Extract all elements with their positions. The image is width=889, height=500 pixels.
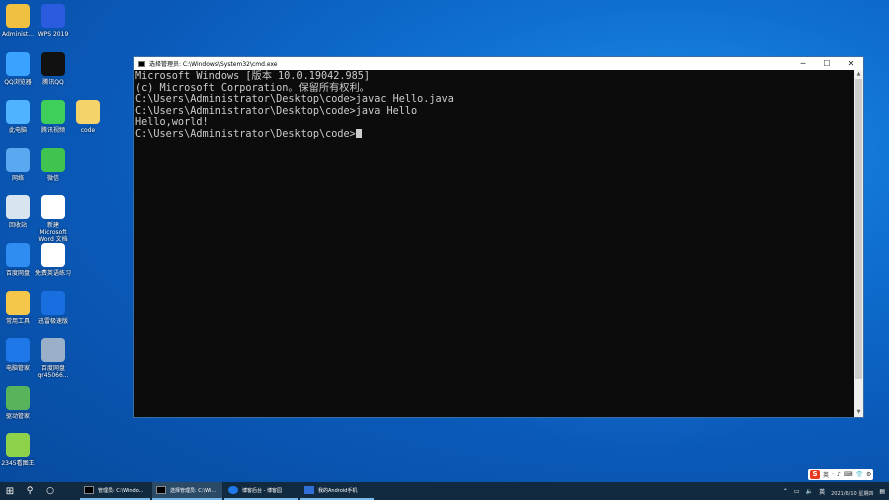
maximize-button[interactable]: ☐ — [815, 57, 839, 70]
cmd-app-icon — [84, 486, 94, 494]
clock-date: 2021/6/10 星期四 — [831, 491, 874, 497]
console-line: Microsoft Windows [版本 10.0.19042.985] — [135, 71, 371, 82]
bird-icon — [41, 291, 65, 315]
desktop-icon-wps[interactable]: WPS 2019 — [35, 4, 71, 38]
start-button[interactable]: ⊞ — [0, 482, 20, 500]
desktop-icon-baidu-netdisk[interactable]: 百度网盘 — [0, 243, 36, 277]
image-viewer-icon — [6, 433, 30, 457]
desktop-icon-xunlei[interactable]: 迅雷极速版 — [35, 291, 71, 325]
console-line: Hello,world! — [135, 117, 209, 129]
ime-toolbar[interactable]: S 英 · ♪ ⌨ 👕 ⚙ — [808, 469, 874, 480]
document-icon — [41, 243, 65, 267]
desktop-icon-recycle-bin[interactable]: 回收站 — [0, 195, 36, 229]
taskbar-app-label: 博客后台 - 博客园 — [242, 487, 282, 494]
scrollbar-thumb[interactable] — [855, 79, 862, 379]
taskbar: ⊞ ⚲ ○ 管理员: C:\Windo... 选择管理员: C:\Wi... 博… — [0, 482, 889, 500]
desktop-icon-english-practice[interactable]: 免费英语练习 — [35, 243, 71, 277]
desktop-icon-netdisk-installer[interactable]: 百度网盘 qr45066... — [35, 338, 71, 379]
desktop-icon-driver-manager[interactable]: 驱动管家 — [0, 386, 36, 420]
console-output[interactable]: Microsoft Windows [版本 10.0.19042.985] (c)… — [134, 70, 854, 417]
wechat-icon — [41, 148, 65, 172]
ime-mode-icon[interactable]: 英 — [819, 487, 825, 496]
ime-language-toggle[interactable]: 英 — [823, 470, 829, 479]
title-bar[interactable]: 选择管理员: C:\Windows\System32\cmd.exe ─ ☐ ✕ — [134, 57, 863, 70]
console-line: C:\Users\Administrator\Desktop\code>java… — [135, 105, 418, 117]
window-title: 选择管理员: C:\Windows\System32\cmd.exe — [149, 61, 278, 68]
text-cursor — [355, 128, 362, 138]
desktop-icon-administrator[interactable]: Administ... — [0, 4, 36, 38]
cmd-window[interactable]: 选择管理员: C:\Windows\System32\cmd.exe ─ ☐ ✕… — [133, 56, 864, 418]
notification-icon[interactable]: ▤ — [879, 488, 885, 495]
prompt-text: C:\Users\Administrator\Desktop\code> — [135, 128, 356, 140]
taskbar-spacer — [60, 482, 80, 500]
qq-browser-icon — [6, 52, 30, 76]
taskbar-app-label: 管理员: C:\Windo... — [98, 487, 144, 494]
browser-icon — [228, 486, 238, 494]
desktop-icon-2345-viewer[interactable]: 2345看图王 — [0, 433, 36, 467]
scroll-up-arrow-icon[interactable]: ▲ — [854, 70, 863, 79]
desktop-icon-tools-folder[interactable]: 常用工具 — [0, 291, 36, 325]
ime-voice-icon[interactable]: ♪ — [837, 471, 841, 478]
desktop-icon-qq-browser[interactable]: QQ浏览器 — [0, 52, 36, 86]
desktop-icon-network[interactable]: 网络 — [0, 148, 36, 182]
installer-icon — [41, 338, 65, 362]
scroll-down-arrow-icon[interactable]: ▼ — [854, 408, 863, 417]
console-prompt-line: C:\Users\Administrator\Desktop\code> — [135, 128, 853, 141]
computer-icon — [6, 100, 30, 124]
search-icon[interactable]: ⚲ — [20, 482, 40, 500]
word-document-icon — [41, 195, 65, 219]
desktop-icon-word-doc[interactable]: 新建 Microsoft Word 文档 — [35, 195, 71, 243]
recycle-bin-icon — [6, 195, 30, 219]
ime-settings-icon[interactable]: ⚙ — [866, 471, 871, 478]
taskbar-app-cmd-select[interactable]: 选择管理员: C:\Wi... — [152, 482, 222, 500]
ime-keyboard-icon[interactable]: ⌨ — [844, 471, 853, 478]
minimize-button[interactable]: ─ — [791, 57, 815, 70]
shield-icon — [6, 338, 30, 362]
taskbar-app-label: 我的Android手机 — [318, 487, 358, 494]
close-button[interactable]: ✕ — [839, 57, 863, 70]
ime-punctuation-icon[interactable]: · — [832, 471, 834, 478]
desktop-icon-pc-manager[interactable]: 电脑管家 — [0, 338, 36, 372]
desktop-icon-tencent-qq[interactable]: 腾讯QQ — [35, 52, 71, 86]
gear-icon — [6, 386, 30, 410]
desktop-icon-this-pc[interactable]: 此电脑 — [0, 100, 36, 134]
folder-icon — [76, 100, 100, 124]
taskbar-app-android-phone[interactable]: 我的Android手机 — [300, 482, 374, 500]
volume-icon[interactable]: 🔈 — [806, 488, 813, 495]
baidu-netdisk-icon — [6, 243, 30, 267]
phone-icon — [304, 486, 314, 494]
console-line: (c) Microsoft Corporation。保留所有权利。 — [135, 82, 370, 94]
task-view-icon[interactable]: ○ — [40, 482, 60, 500]
network-status-icon[interactable]: ▭ — [794, 488, 800, 495]
console-line: C:\Users\Administrator\Desktop\code>java… — [135, 94, 454, 106]
qq-penguin-icon — [41, 52, 65, 76]
desktop-icon-wechat[interactable]: 微信 — [35, 148, 71, 182]
system-tray: ⌃ ▭ 🔈 英 2021/6/10 星期四 ▤ — [783, 482, 885, 500]
sogou-logo-icon[interactable]: S — [810, 470, 820, 479]
wps-icon — [41, 4, 65, 28]
folder-icon — [6, 291, 30, 315]
desktop-icon-tencent-video[interactable]: 腾讯视频 — [35, 100, 71, 134]
cmd-app-icon — [138, 60, 145, 67]
desktop-icon-code-folder[interactable]: code — [70, 100, 106, 134]
ime-skin-icon[interactable]: 👕 — [855, 471, 862, 478]
taskbar-app-cmd-admin[interactable]: 管理员: C:\Windo... — [80, 482, 150, 500]
clock[interactable]: 2021/6/10 星期四 — [831, 485, 873, 497]
cmd-app-icon — [156, 486, 166, 494]
vertical-scrollbar[interactable]: ▲ ▼ — [854, 70, 863, 417]
taskbar-app-browser[interactable]: 博客后台 - 博客园 — [224, 482, 298, 500]
play-icon — [41, 100, 65, 124]
show-hidden-icons-icon[interactable]: ⌃ — [783, 488, 788, 495]
network-icon — [6, 148, 30, 172]
folder-user-icon — [6, 4, 30, 28]
taskbar-app-label: 选择管理员: C:\Wi... — [170, 487, 217, 494]
